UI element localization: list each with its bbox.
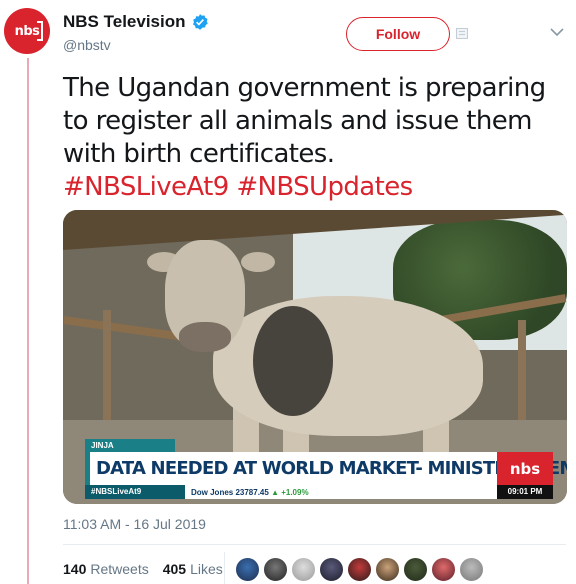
likes-count: 405 bbox=[162, 561, 187, 577]
broadcast-clock: 09:01 PM bbox=[497, 485, 553, 499]
liker-avatar[interactable] bbox=[431, 557, 456, 582]
ticker-location-tag: JINJA bbox=[85, 439, 175, 452]
avatar-logo-text: nbs bbox=[14, 23, 40, 39]
likes-stat[interactable]: 405 Likes bbox=[163, 561, 223, 577]
channel-logo: nbs bbox=[497, 452, 553, 485]
retweets-count: 140 bbox=[63, 561, 87, 577]
liker-avatars bbox=[235, 557, 484, 582]
ticker-hashtag: #NBSLiveAt9 bbox=[91, 487, 142, 496]
page-icon[interactable] bbox=[456, 28, 468, 39]
chevron-down-icon[interactable] bbox=[550, 27, 564, 37]
tweet-body: The Ugandan government is preparing to r… bbox=[63, 73, 546, 169]
account-name-row[interactable]: NBS Television bbox=[63, 12, 209, 32]
divider bbox=[63, 544, 566, 545]
follow-button[interactable]: Follow bbox=[346, 17, 450, 51]
display-name[interactable]: NBS Television bbox=[63, 12, 186, 32]
liker-avatar[interactable] bbox=[235, 557, 260, 582]
tweet-timestamp[interactable]: 11:03 AM - 16 Jul 2019 bbox=[63, 516, 206, 532]
ticker-market: Dow Jones 23787.45 ▲ +1.09% bbox=[185, 485, 497, 499]
market-label: Dow Jones 23787.45 bbox=[191, 488, 269, 497]
liker-avatar[interactable] bbox=[403, 557, 428, 582]
ticker-headline: DATA NEEDED AT WORLD MARKET- MINISTER SS… bbox=[85, 452, 567, 485]
liker-avatar[interactable] bbox=[319, 557, 344, 582]
channel-logo-text: nbs bbox=[509, 459, 541, 478]
avatar[interactable]: nbs bbox=[4, 8, 50, 54]
cow-ear bbox=[241, 252, 275, 272]
liker-avatar[interactable] bbox=[347, 557, 372, 582]
liker-avatar[interactable] bbox=[263, 557, 288, 582]
likes-label: Likes bbox=[190, 561, 223, 577]
tweet-media-image[interactable]: JINJA DATA NEEDED AT WORLD MARKET- MINIS… bbox=[63, 210, 567, 504]
cow-patch bbox=[253, 306, 333, 416]
retweets-label: Retweets bbox=[90, 561, 149, 577]
stats-separator bbox=[224, 552, 225, 584]
liker-avatar[interactable] bbox=[291, 557, 316, 582]
tweet-stats: 140 Retweets 405 Likes bbox=[63, 561, 223, 577]
liker-avatar[interactable] bbox=[459, 557, 484, 582]
retweets-stat[interactable]: 140 Retweets bbox=[63, 561, 149, 577]
tweet-hashtags[interactable]: #NBSLiveAt9 #NBSUpdates bbox=[63, 172, 413, 202]
tweet-text: The Ugandan government is preparing to r… bbox=[63, 72, 563, 204]
liker-avatar[interactable] bbox=[375, 557, 400, 582]
cow-nose bbox=[179, 322, 231, 352]
market-change: ▲ +1.09% bbox=[271, 488, 309, 497]
verified-icon bbox=[192, 14, 208, 30]
ticker-bottom-bar: #NBSLiveAt9 Dow Jones 23787.45 ▲ +1.09% bbox=[85, 485, 497, 499]
avatar-logo-bracket bbox=[37, 21, 43, 41]
handle[interactable]: @nbstv bbox=[63, 37, 111, 53]
thread-line bbox=[27, 58, 29, 584]
